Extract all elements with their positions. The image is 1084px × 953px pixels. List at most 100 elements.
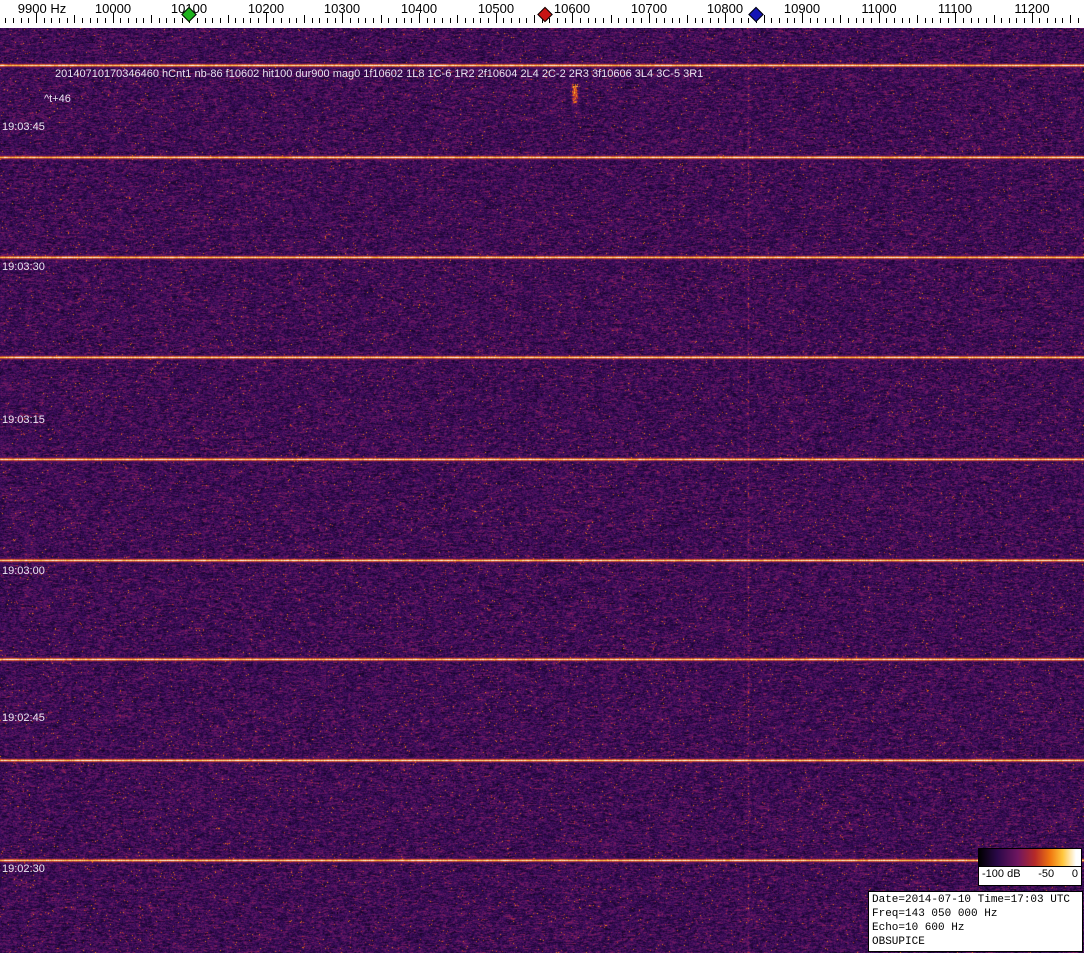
freq-tick (633, 18, 634, 23)
freq-tick (220, 18, 221, 23)
freq-tick (641, 18, 642, 23)
time-label: 19:02:30 (2, 863, 45, 875)
freq-tick (710, 18, 711, 23)
freq-tick (526, 18, 527, 23)
freq-tick (427, 18, 428, 23)
info-line-station: OBSUPICE (872, 936, 925, 948)
info-box: Date=2014-07-10 Time=17:03 UTC Freq=143 … (868, 891, 1083, 952)
freq-tick (465, 18, 466, 23)
freq-tick (1070, 15, 1071, 23)
freq-tick (434, 18, 435, 23)
freq-tick (67, 18, 68, 23)
freq-tick (166, 18, 167, 23)
freq-tick (902, 18, 903, 23)
freq-tick (565, 18, 566, 23)
freq-tick (327, 18, 328, 23)
freq-tick (856, 18, 857, 23)
freq-tick (312, 18, 313, 23)
freq-tick (764, 15, 765, 23)
colorbar-label-min: -100 dB (982, 868, 1021, 880)
freq-tick (1001, 18, 1002, 23)
freq-tick (802, 13, 803, 23)
freq-tick (159, 18, 160, 23)
freq-tick (1047, 18, 1048, 23)
freq-tick (388, 18, 389, 23)
freq-tick (350, 18, 351, 23)
freq-tick (787, 18, 788, 23)
freq-tick (656, 18, 657, 23)
freq-tick (59, 18, 60, 23)
freq-tick (496, 13, 497, 23)
freq-tick (358, 18, 359, 23)
red-diamond-marker (537, 6, 554, 23)
freq-tick (128, 18, 129, 23)
freq-tick (511, 18, 512, 23)
detection-annotation: 20140710170346460 hCnt1 nb-86 f10602 hit… (55, 68, 704, 80)
freq-tick (365, 18, 366, 23)
freq-tick (480, 18, 481, 23)
freq-tick (618, 18, 619, 23)
info-line-date: Date=2014-07-10 Time=17:03 UTC (872, 894, 1071, 906)
freq-tick (702, 18, 703, 23)
freq-tick (595, 18, 596, 23)
freq-tick (580, 18, 581, 23)
freq-tick (442, 18, 443, 23)
freq-tick (925, 18, 926, 23)
freq-tick (626, 18, 627, 23)
colorbar-gradient (979, 849, 1081, 867)
freq-tick (105, 18, 106, 23)
freq-tick (848, 18, 849, 23)
freq-tick (863, 18, 864, 23)
freq-tick (36, 13, 37, 23)
freq-tick (948, 18, 949, 23)
freq-tick (534, 15, 535, 23)
freq-tick (718, 18, 719, 23)
freq-tick (971, 18, 972, 23)
freq-tick (28, 18, 29, 23)
freq-tick (909, 18, 910, 23)
freq-tick (250, 18, 251, 23)
freq-tick (871, 18, 872, 23)
freq-tick (120, 18, 121, 23)
freq-tick (266, 13, 267, 23)
freq-tick (825, 18, 826, 23)
freq-tick (687, 15, 688, 23)
freq-tick (373, 18, 374, 23)
freq-tick (319, 18, 320, 23)
freq-tick (986, 18, 987, 23)
freq-tick (940, 18, 941, 23)
freq-tick (411, 18, 412, 23)
freq-tick (733, 18, 734, 23)
freq-tick (886, 18, 887, 23)
freq-tick (833, 18, 834, 23)
freq-tick (258, 18, 259, 23)
freq-tick (1078, 18, 1079, 23)
freq-tick (74, 15, 75, 23)
freq-tick (519, 18, 520, 23)
freq-tick (672, 18, 673, 23)
freq-tick (296, 18, 297, 23)
freq-tick (932, 18, 933, 23)
freq-tick (955, 13, 956, 23)
freq-tick (404, 18, 405, 23)
freq-tick (611, 15, 612, 23)
freq-tick (273, 18, 274, 23)
frequency-axis: 9900 Hz 10000 10100 10200 10300 10400 10… (0, 0, 1084, 28)
freq-tick (473, 18, 474, 23)
freq-tick (82, 18, 83, 23)
time-label: 19:02:45 (2, 712, 45, 724)
time-label: 19:03:30 (2, 261, 45, 273)
cursor-annotation: ^t+46 (44, 93, 71, 105)
freq-tick (90, 18, 91, 23)
freq-tick (917, 15, 918, 23)
freq-tick (5, 18, 6, 23)
time-label: 19:03:15 (2, 414, 45, 426)
freq-tick (779, 18, 780, 23)
freq-tick (879, 13, 880, 23)
time-label: 19:03:45 (2, 121, 45, 133)
freq-tick (679, 18, 680, 23)
freq-tick (588, 18, 589, 23)
freq-tick (557, 18, 558, 23)
freq-tick (97, 18, 98, 23)
freq-tick (771, 18, 772, 23)
